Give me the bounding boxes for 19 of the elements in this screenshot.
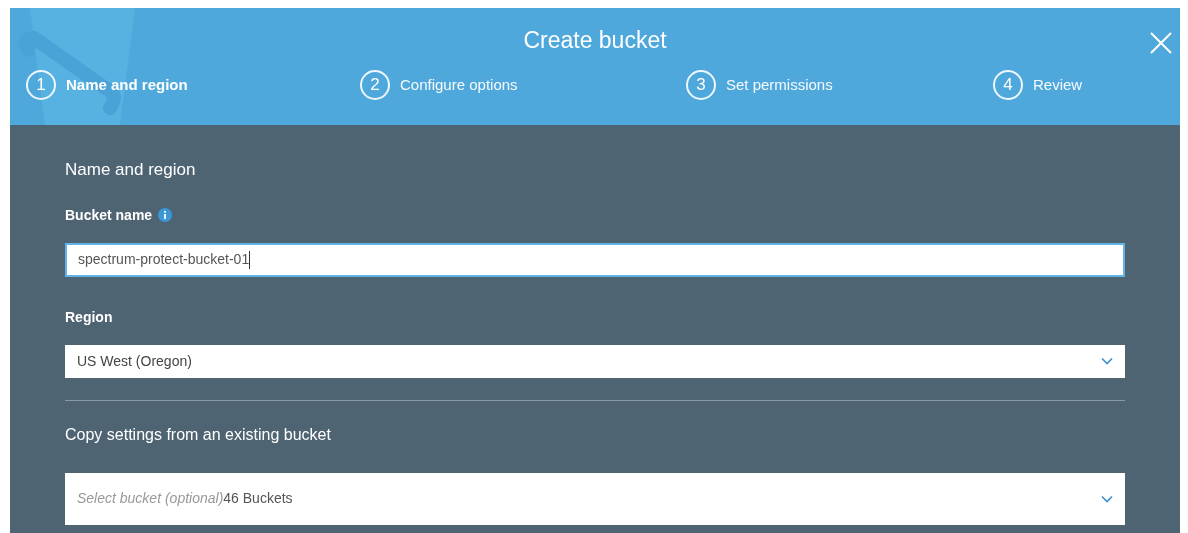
info-icon[interactable] xyxy=(158,208,173,222)
field-label: Bucket name xyxy=(65,205,153,225)
section-title: Copy settings from an existing bucket xyxy=(65,424,332,445)
step-number: 3 xyxy=(686,70,716,100)
step-tab[interactable]: Configure options xyxy=(400,73,518,97)
step-number: 2 xyxy=(360,70,390,100)
step-tab[interactable]: Review xyxy=(1033,73,1083,97)
section-title: Name and region xyxy=(65,159,197,181)
step-number: 4 xyxy=(993,70,1023,100)
chevron-down-icon xyxy=(1101,357,1113,365)
step-tab[interactable]: Set permissions xyxy=(726,73,833,97)
step-number: 1 xyxy=(26,70,56,100)
chevron-down-icon xyxy=(1101,494,1113,503)
step-tab[interactable]: Name and region xyxy=(66,73,188,97)
region-select[interactable]: US West (Oregon) xyxy=(65,344,1125,378)
bucket-name-field[interactable]: spectrum-protect-bucket-01 xyxy=(65,242,1125,277)
dialog-title: Create bucket xyxy=(523,25,667,55)
bucket-select[interactable]: Select bucket (optional)46 Buckets xyxy=(65,472,1125,525)
field-label: Region xyxy=(65,307,114,327)
